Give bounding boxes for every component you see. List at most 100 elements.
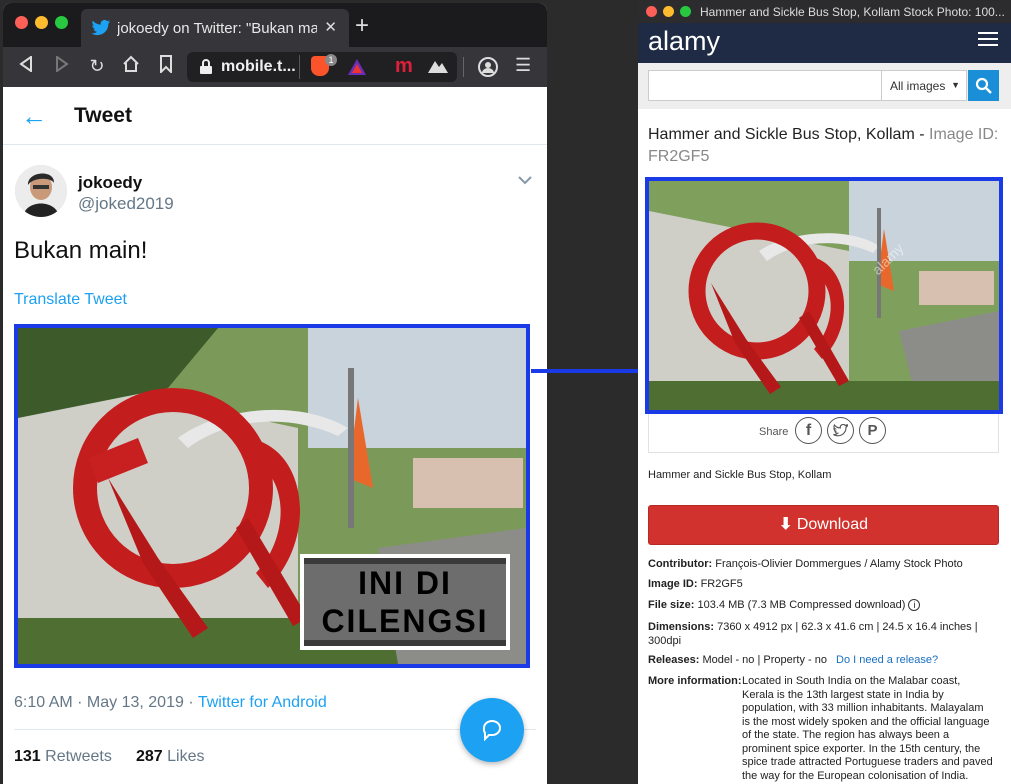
dimensions-row: Dimensions: 7360 x 4912 px | 62.3 x 41.6… — [648, 620, 1003, 648]
twitter-browser-window: jokoedy on Twitter: "Bukan main ✕ + ↻ mo… — [3, 3, 547, 784]
retweets-count: 131 — [14, 748, 41, 765]
browser-toolbar: ↻ mobile.t... 1 m ☰ — [3, 47, 547, 87]
search-scope-value: All images — [890, 79, 946, 93]
brave-badge: 1 — [325, 54, 337, 66]
info-icon[interactable]: i — [908, 599, 921, 611]
profile-icon[interactable] — [477, 56, 499, 78]
download-button[interactable]: ⬇ Download — [648, 505, 999, 545]
translate-tweet-link[interactable]: Translate Tweet — [14, 291, 127, 309]
download-icon: ⬇ — [778, 516, 793, 533]
contributor-label: Contributor: — [648, 558, 713, 570]
close-window-button[interactable] — [646, 6, 657, 17]
alamy-main-image[interactable]: alamy — [645, 177, 1003, 414]
alamy-logo[interactable]: alamy — [648, 26, 720, 57]
chevron-down-icon[interactable] — [517, 175, 533, 185]
releases-label: Releases: — [648, 654, 700, 666]
image-id-value: FR2GF5 — [648, 148, 710, 165]
tab-title: jokoedy on Twitter: "Bukan main — [117, 20, 317, 37]
likes-count: 287 — [136, 748, 163, 765]
overlay-caption-line1: INI DI — [304, 564, 506, 602]
m-extension-icon[interactable]: m — [395, 55, 413, 78]
hammer-sickle-bus-stop-photo — [649, 181, 999, 410]
search-area: All images ▼ — [638, 63, 1011, 109]
releases-value: Model - no | Property - no — [702, 654, 827, 666]
image-title-text: Hammer and Sickle Bus Stop, Kollam - — [648, 126, 929, 143]
minimize-window-button[interactable] — [35, 16, 48, 29]
home-icon[interactable] — [120, 55, 142, 77]
download-label: Download — [796, 516, 868, 533]
pinterest-share-icon[interactable]: P — [859, 417, 886, 444]
search-button[interactable] — [968, 70, 999, 101]
image-caption: Hammer and Sickle Bus Stop, Kollam — [648, 469, 832, 481]
address-bar[interactable]: mobile.t... 1 — [187, 52, 457, 82]
reply-bubble-icon — [482, 720, 501, 742]
likes-stat[interactable]: 287 Likes — [136, 748, 205, 766]
avatar[interactable] — [15, 165, 67, 217]
tweet-media[interactable]: INI DI CILENGSI — [14, 324, 530, 668]
divider — [299, 55, 300, 79]
image-id-row-value: FR2GF5 — [700, 578, 743, 590]
back-icon[interactable] — [15, 55, 37, 77]
url-text: mobile.t... — [221, 58, 296, 75]
tweet-meta: 6:10 AM · May 13, 2019 · Twitter for And… — [14, 694, 327, 712]
page-title: Tweet — [74, 104, 132, 127]
image-id-label: Image ID: — [929, 126, 999, 143]
alamy-browser-window: Hammer and Sickle Bus Stop, Kollam Stock… — [638, 1, 1011, 784]
tweet-text: Bukan main! — [14, 237, 148, 264]
bookmark-icon[interactable] — [155, 55, 177, 77]
file-size-label: File size: — [648, 599, 695, 611]
maximize-window-button[interactable] — [680, 6, 691, 17]
file-size-value: 103.4 MB (7.3 MB Compressed download) — [697, 599, 906, 611]
minimize-window-button[interactable] — [663, 6, 674, 17]
maximize-window-button[interactable] — [55, 16, 68, 29]
dimensions-label: Dimensions: — [648, 621, 715, 633]
twitter-share-icon[interactable] — [827, 417, 854, 444]
close-tab-icon[interactable]: ✕ — [324, 18, 337, 36]
image-title: Hammer and Sickle Bus Stop, Kollam - Ima… — [648, 124, 1003, 168]
source-link[interactable]: Twitter for Android — [198, 694, 327, 711]
hamburger-menu-icon[interactable] — [978, 32, 998, 46]
author-name[interactable]: jokoedy — [78, 173, 142, 193]
retweets-label: Retweets — [45, 748, 112, 765]
file-size-row: File size: 103.4 MB (7.3 MB Compressed d… — [648, 599, 921, 611]
window-title: Hammer and Sickle Bus Stop, Kollam Stock… — [700, 5, 1005, 19]
search-icon — [975, 77, 992, 94]
releases-row: Releases: Model - no | Property - no Do … — [648, 654, 938, 666]
image-id-row: Image ID: FR2GF5 — [648, 578, 743, 590]
contributor-value: François-Olivier Dommergues / Alamy Stoc… — [715, 558, 963, 570]
mountain-extension-icon[interactable] — [427, 58, 449, 74]
dropdown-arrow-icon: ▼ — [951, 80, 960, 90]
release-help-link[interactable]: Do I need a release? — [836, 654, 938, 666]
browser-tab[interactable]: jokoedy on Twitter: "Bukan main ✕ — [81, 9, 349, 47]
header-divider — [3, 144, 547, 145]
back-arrow-icon[interactable]: ← — [21, 101, 47, 132]
forward-icon[interactable] — [51, 55, 73, 77]
image-id-row-label: Image ID: — [648, 578, 698, 590]
alamy-header: alamy — [638, 23, 1011, 63]
retweets-stat[interactable]: 131 Retweets — [14, 748, 112, 766]
tweet-page: ← Tweet jokoedy @joked2019 Bukan main! T… — [3, 87, 547, 784]
likes-label: Likes — [167, 748, 205, 765]
timestamp: 6:10 AM · May 13, 2019 · — [14, 694, 198, 711]
title-bar: Hammer and Sickle Bus Stop, Kollam Stock… — [638, 1, 1011, 23]
tab-bar: jokoedy on Twitter: "Bukan main ✕ + — [3, 3, 547, 47]
share-label: Share — [759, 426, 789, 438]
facebook-share-icon[interactable]: f — [795, 417, 822, 444]
search-input[interactable] — [648, 70, 882, 101]
share-bar: Share f P — [648, 414, 999, 453]
meta-divider — [14, 729, 536, 730]
brave-rewards-icon[interactable] — [347, 58, 367, 76]
search-scope-select[interactable]: All images ▼ — [882, 70, 967, 101]
menu-icon[interactable]: ☰ — [515, 55, 531, 76]
more-info-text: Located in South India on the Malabar co… — [742, 675, 993, 784]
new-tab-button[interactable]: + — [355, 12, 369, 40]
close-window-button[interactable] — [15, 16, 28, 29]
contributor-row: Contributor: François-Olivier Dommergues… — [648, 558, 1003, 570]
author-handle[interactable]: @joked2019 — [78, 194, 174, 214]
reload-icon[interactable]: ↻ — [86, 55, 108, 77]
divider — [463, 57, 464, 77]
compose-reply-button[interactable] — [460, 698, 524, 762]
overlay-caption-box: INI DI CILENGSI — [300, 554, 510, 650]
lock-icon — [200, 59, 212, 74]
twitter-bird-icon — [91, 19, 111, 36]
